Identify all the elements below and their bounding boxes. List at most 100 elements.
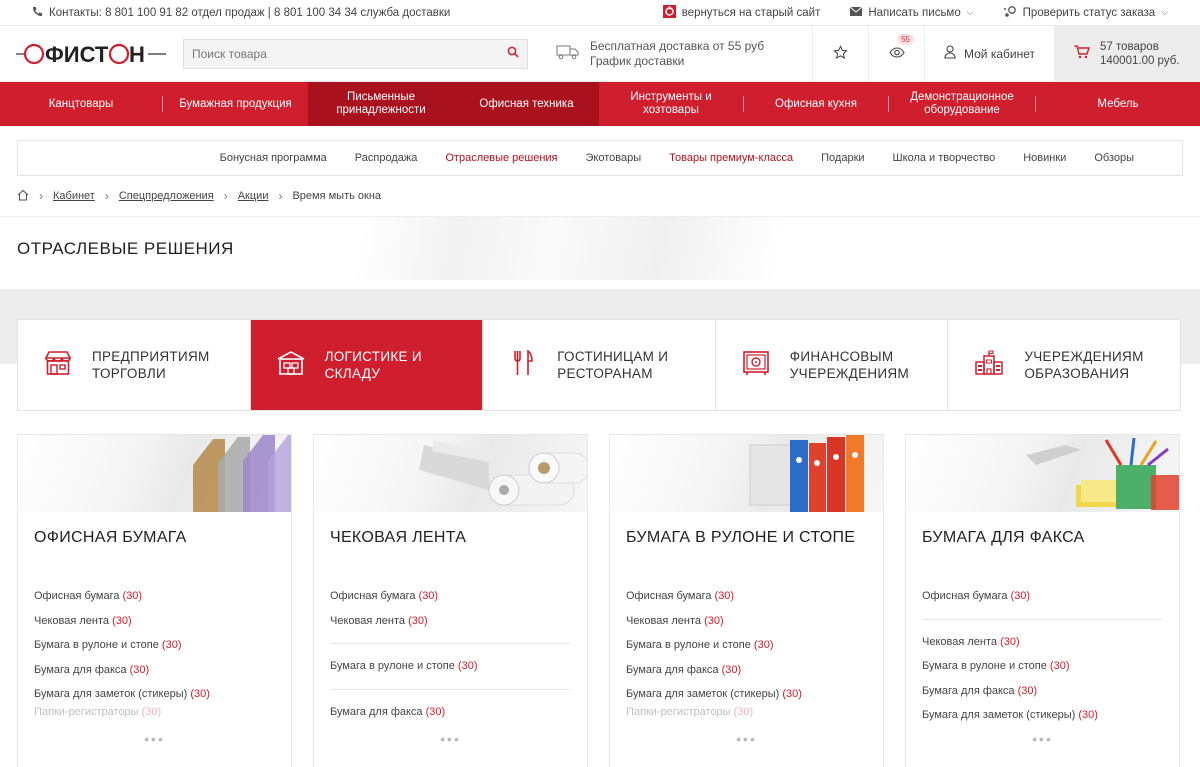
favorites-button[interactable] (812, 25, 868, 82)
write-letter-label: Написать письмо (868, 6, 961, 19)
header: ФИСТ Н Бесплатная доставка от 55 руб Гра… (0, 25, 1200, 82)
order-status-label: Проверить статус заказа (1022, 6, 1156, 19)
card-image-binders[interactable] (610, 435, 883, 512)
card-link[interactable]: Бумага для факса (30) (626, 658, 867, 683)
my-cabinet-button[interactable]: Мой кабинет (924, 25, 1054, 82)
card-link[interactable]: Бумага для заметок (стикеры) (30) (922, 703, 1163, 728)
truck-icon (556, 44, 580, 64)
old-site-icon (662, 4, 676, 21)
list-divider (922, 618, 1163, 620)
segment-trade-line2: ТОРГОВЛИ (92, 366, 167, 381)
more-dots-button[interactable]: ••• (610, 731, 883, 747)
card-title: БУМАГА В РУЛОНЕ И СТОПЕ (626, 529, 856, 546)
card-link[interactable]: Бумага в рулоне и стопе (30) (34, 633, 275, 658)
card-link[interactable]: Чековая лента (30) (922, 630, 1163, 655)
user-icon (944, 45, 956, 62)
cart-sum: 140001.00 руб. (1100, 54, 1180, 67)
nav-item-office-tech[interactable]: Офисная техника (454, 82, 599, 126)
breadcrumb-cabinet[interactable]: Кабинет (53, 190, 95, 202)
breadcrumb-current: Время мыть окна (292, 190, 382, 202)
card-image-file-holders[interactable] (18, 435, 291, 512)
svg-text:Н: Н (129, 42, 145, 67)
nav-item-demo[interactable]: Демонстрационное оборудование (889, 82, 1035, 126)
subnav-reviews[interactable]: Обзоры (1094, 152, 1134, 164)
old-site-label: вернуться на старый сайт (681, 6, 821, 19)
subnav-bonus[interactable]: Бонусная программа (220, 152, 327, 164)
card-title: БУМАГА ДЛЯ ФАКСА (922, 529, 1085, 546)
viewed-badge: 55 (897, 33, 914, 45)
card-link[interactable]: Чековая лента (30) (626, 609, 867, 634)
more-dots-button[interactable]: ••• (314, 731, 587, 747)
subnav-school[interactable]: Школа и творчество (893, 152, 996, 164)
main-nav: Канцтовары Бумажная продукция Письменные… (0, 82, 1200, 126)
subnav-sale[interactable]: Распродажа (355, 152, 418, 164)
subnav-industry[interactable]: Отраслевые решения (445, 152, 557, 164)
segment-education[interactable]: УЧЕРЕЖДЕНИЯМ ОБРАЗОВАНИЯ (948, 320, 1180, 410)
nav-item-furniture[interactable]: Мебель (1036, 82, 1200, 126)
subnav-premium[interactable]: Товары премиум-класса (669, 152, 793, 164)
star-icon (833, 44, 848, 63)
card-link[interactable]: Бумага для заметок (стикеры) (30) (626, 682, 867, 707)
chevron-right-icon: › (278, 189, 283, 203)
search-input[interactable] (192, 46, 507, 61)
card-link[interactable]: Папки-регистраторы (30) (626, 707, 867, 717)
delivery-free: Бесплатная доставка от 55 руб (590, 38, 765, 53)
segment-trade[interactable]: ПРЕДПРИЯТИЯМ ТОРГОВЛИ (18, 320, 251, 410)
segment-finance-line1: ФИНАНСОВЫМ (789, 349, 894, 364)
search-box (183, 38, 528, 69)
segment-logistics[interactable]: ЛОГИСТИКЕ И СКЛАДУ (250, 320, 484, 410)
card-link[interactable]: Офисная бумага (30) (922, 584, 1163, 609)
write-letter-link[interactable]: Написать письмо ⌵ (850, 6, 974, 19)
segment-logistics-line2: СКЛАДУ (324, 366, 381, 381)
cart-button[interactable]: 57 товаров 140001.00 руб. (1054, 25, 1200, 82)
card-link[interactable]: Офисная бумага (30) (626, 584, 867, 609)
segment-hotels[interactable]: ГОСТИНИЦАМ И РЕСТОРАНАМ (483, 320, 716, 410)
subnav-new[interactable]: Новинки (1023, 152, 1066, 164)
envelope-icon (850, 6, 863, 19)
cart-icon (1074, 44, 1090, 63)
card-image-paper-rolls[interactable] (314, 435, 587, 512)
card-link[interactable]: Бумага в рулоне и стопе (30) (626, 633, 867, 658)
card-link[interactable]: Бумага для факса (30) (922, 679, 1163, 704)
nav-item-paper[interactable]: Бумажная продукция (163, 82, 308, 126)
nav-item-kanctovary[interactable]: Канцтовары (0, 82, 162, 126)
search-icon[interactable] (507, 46, 519, 61)
list-divider (330, 643, 571, 644)
order-status-link[interactable]: Проверить статус заказа ⌵ (1003, 5, 1168, 21)
more-dots-button[interactable]: ••• (906, 731, 1179, 747)
card-image-stationery[interactable] (906, 435, 1179, 512)
card-link[interactable]: Бумага для заметок (стикеры) (30) (34, 682, 275, 707)
category-card: ОФИСНАЯ БУМАГА Офисная бумага (30) Чеков… (17, 434, 292, 767)
chevron-right-icon: › (223, 189, 228, 203)
card-title: ЧЕКОВАЯ ЛЕНТА (330, 529, 467, 546)
contacts-text: Контакты: 8 801 100 91 82 отдел продаж |… (49, 6, 451, 19)
card-link[interactable]: Бумага в рулоне и стопе (30) (330, 654, 571, 679)
nav-item-tools[interactable]: Инструменты и хозтовары (599, 82, 743, 126)
card-link[interactable]: Офисная бумага (30) (330, 584, 571, 609)
subnav-eco[interactable]: Экотовары (586, 152, 642, 164)
nav-item-kitchen[interactable]: Офисная кухня (744, 82, 888, 126)
card-link[interactable]: Бумага для факса (30) (330, 700, 571, 725)
card-link[interactable]: Чековая лента (30) (34, 609, 275, 634)
segment-logistics-line1: ЛОГИСТИКЕ И (324, 349, 422, 364)
more-dots-button[interactable]: ••• (18, 731, 291, 747)
delivery-info[interactable]: Бесплатная доставка от 55 руб График дос… (556, 39, 796, 69)
viewed-button[interactable]: 55 (868, 25, 924, 82)
logo[interactable]: ФИСТ Н (0, 39, 183, 69)
card-link[interactable]: Чековая лента (30) (330, 609, 571, 634)
card-link[interactable]: Папки-регистраторы (30) (34, 707, 275, 717)
breadcrumb-special[interactable]: Спецпредложения (119, 190, 214, 202)
nav-item-writing[interactable]: Письменные принадлежности (308, 82, 454, 126)
old-site-link[interactable]: вернуться на старый сайт (662, 4, 821, 21)
home-icon[interactable] (17, 189, 29, 204)
chevron-right-icon: › (39, 189, 43, 203)
chevron-down-icon: ⌵ (966, 7, 974, 17)
card-link[interactable]: Офисная бумага (30) (34, 584, 275, 609)
subnav-gifts[interactable]: Подарки (821, 152, 864, 164)
delivery-schedule-link[interactable]: График доставки (590, 54, 764, 69)
chevron-down-icon: ⌵ (1161, 7, 1168, 17)
segment-finance[interactable]: ФИНАНСОВЫМ УЧЕРЕЖДЕНИЯМ (716, 320, 949, 410)
card-link[interactable]: Бумага для факса (30) (34, 658, 275, 683)
breadcrumb-promo[interactable]: Акции (238, 190, 269, 202)
card-link[interactable]: Бумага в рулоне и стопе (30) (922, 654, 1163, 679)
